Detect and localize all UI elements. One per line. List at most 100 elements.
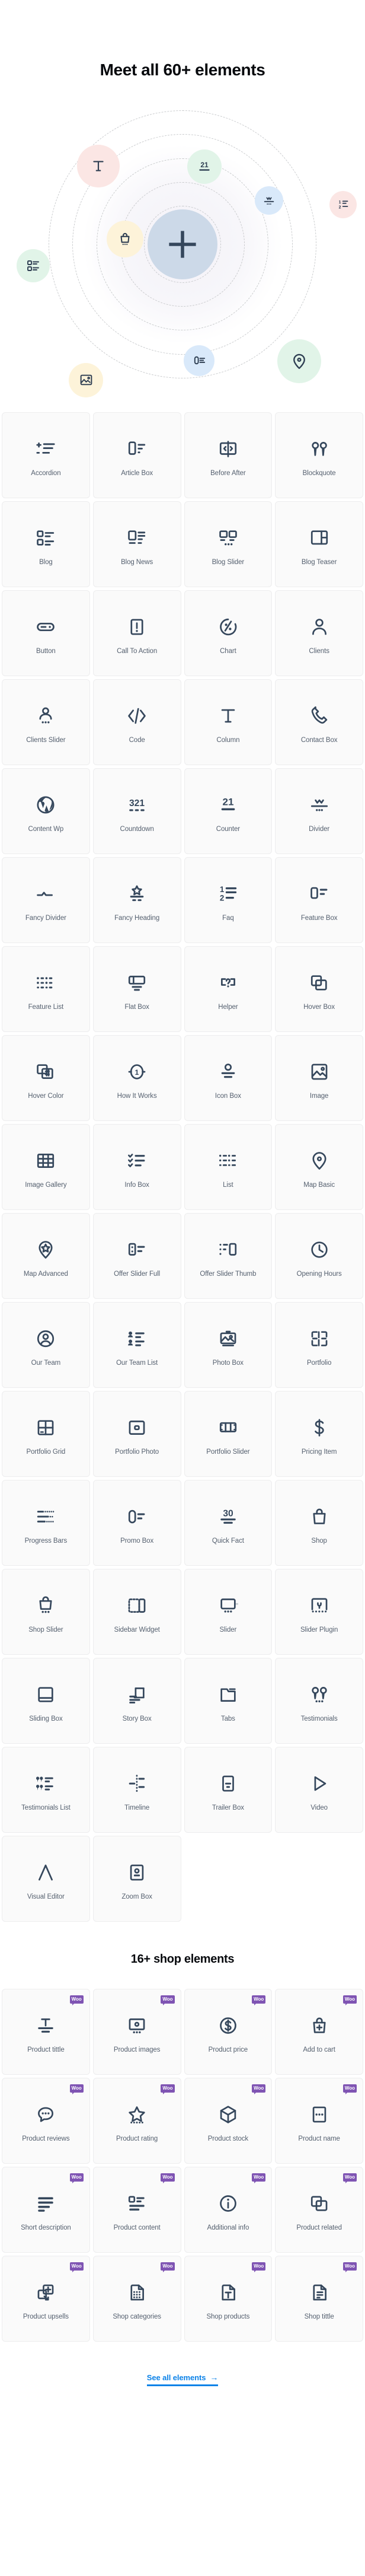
- element-card[interactable]: Shop: [275, 1479, 363, 1566]
- element-card[interactable]: Woo Product stock: [184, 2077, 273, 2164]
- element-card[interactable]: Before After: [184, 412, 273, 498]
- element-card[interactable]: Blog News: [92, 501, 181, 587]
- accordion-icon: [36, 442, 55, 454]
- element-card[interactable]: Contact Box: [275, 679, 363, 765]
- element-card[interactable]: Photo Box: [184, 1301, 273, 1388]
- element-card[interactable]: Progress Bars: [2, 1479, 90, 1566]
- element-card[interactable]: Blockquote: [275, 412, 363, 498]
- element-card[interactable]: Woo Product rating: [92, 2077, 181, 2164]
- element-card[interactable]: Timeline: [92, 1746, 181, 1833]
- element-card[interactable]: Woo Product upsells: [2, 2255, 90, 2342]
- element-card[interactable]: Woo Product price: [184, 1988, 273, 2075]
- element-card[interactable]: Woo Shop tittle: [275, 2255, 363, 2342]
- element-card[interactable]: Content Wp: [2, 768, 90, 854]
- shop-section-title: 16+ shop elements: [130, 1952, 235, 1966]
- element-card[interactable]: 1 2 Faq: [184, 856, 273, 943]
- element-card[interactable]: Woo Product images: [92, 1988, 181, 2075]
- element-card[interactable]: Woo Product reviews: [2, 2077, 90, 2164]
- element-label: Product rating: [116, 2135, 158, 2143]
- element-card[interactable]: Map Advanced: [2, 1212, 90, 1299]
- element-card[interactable]: Tabs: [184, 1657, 273, 1744]
- element-card[interactable]: Image Gallery: [2, 1123, 90, 1210]
- element-card[interactable]: Video: [275, 1746, 363, 1833]
- element-card[interactable]: Pricing Item: [275, 1390, 363, 1477]
- promo-box-icon: [129, 1510, 145, 1524]
- element-card[interactable]: Woo Add to cart: [275, 1988, 363, 2075]
- element-card[interactable]: Woo Product name: [275, 2077, 363, 2164]
- element-card[interactable]: Blog Slider: [184, 501, 273, 587]
- element-card[interactable]: Article Box: [92, 412, 181, 498]
- element-card[interactable]: Offer Slider Full: [92, 1212, 181, 1299]
- element-card[interactable]: Story Box: [92, 1657, 181, 1744]
- element-card[interactable]: Sidebar Widget: [92, 1568, 181, 1655]
- element-card[interactable]: 21 Counter: [184, 768, 273, 854]
- element-card[interactable]: Hover Box: [275, 945, 363, 1032]
- element-card[interactable]: Map Basic: [275, 1123, 363, 1210]
- element-card[interactable]: Offer Slider Thumb: [184, 1212, 273, 1299]
- element-card[interactable]: Clients: [275, 590, 363, 676]
- element-card[interactable]: Fancy Heading: [92, 856, 181, 943]
- element-card[interactable]: Our Team List: [92, 1301, 181, 1388]
- element-card[interactable]: Image: [275, 1034, 363, 1121]
- element-card[interactable]: Woo Shop categories: [92, 2255, 181, 2342]
- hover-color-icon: [37, 1064, 54, 1080]
- see-all-elements-link[interactable]: See all elements →: [146, 2373, 218, 2386]
- element-card[interactable]: Testimonials: [275, 1657, 363, 1744]
- woocommerce-badge: Woo: [161, 2173, 175, 2183]
- element-card[interactable]: Shop Slider: [2, 1568, 90, 1655]
- element-card[interactable]: Slider Plugin: [275, 1568, 363, 1655]
- element-label: Short description: [21, 2224, 71, 2232]
- element-card[interactable]: Zoom Box: [92, 1835, 181, 1922]
- how-it-works-icon: 1: [128, 1064, 146, 1080]
- element-icon: 30: [218, 1499, 238, 1534]
- element-card[interactable]: Helper: [184, 945, 273, 1032]
- element-card[interactable]: Sliding Box: [2, 1657, 90, 1744]
- element-icon: [36, 432, 56, 466]
- element-card[interactable]: Visual Editor: [2, 1835, 90, 1922]
- element-card[interactable]: Button: [2, 590, 90, 676]
- element-card[interactable]: Woo Shop products: [184, 2255, 273, 2342]
- element-card[interactable]: Woo Product tittle: [2, 1988, 90, 2075]
- element-card[interactable]: Our Team: [2, 1301, 90, 1388]
- element-label: Story Box: [122, 1715, 152, 1723]
- element-card[interactable]: Feature Box: [275, 856, 363, 943]
- element-card[interactable]: Accordion: [2, 412, 90, 498]
- element-card[interactable]: Woo Short description: [2, 2166, 90, 2253]
- element-label: Our Team List: [116, 1359, 158, 1367]
- element-card[interactable]: Trailer Box: [184, 1746, 273, 1833]
- element-icon: [309, 1144, 329, 1178]
- element-card[interactable]: Column: [184, 679, 273, 765]
- element-card[interactable]: 1 How It Works: [92, 1034, 181, 1121]
- element-card[interactable]: Chart: [184, 590, 273, 676]
- element-card[interactable]: Testimonials List: [2, 1746, 90, 1833]
- element-card[interactable]: Divider: [275, 768, 363, 854]
- element-card[interactable]: Flat Box: [92, 945, 181, 1032]
- element-card[interactable]: Call To Action: [92, 590, 181, 676]
- element-card[interactable]: Clients Slider: [2, 679, 90, 765]
- element-label: Progress Bars: [24, 1537, 68, 1545]
- element-card[interactable]: Slider: [184, 1568, 273, 1655]
- element-card[interactable]: Info Box: [92, 1123, 181, 1210]
- element-card[interactable]: Woo Product content: [92, 2166, 181, 2253]
- element-card[interactable]: Woo Product related: [275, 2166, 363, 2253]
- element-card[interactable]: Woo Additional info: [184, 2166, 273, 2253]
- element-card[interactable]: Blog Teaser: [275, 501, 363, 587]
- element-card[interactable]: 321 Countdown: [92, 768, 181, 854]
- element-card[interactable]: Blog: [2, 501, 90, 587]
- element-card[interactable]: Opening Hours: [275, 1212, 363, 1299]
- element-card[interactable]: Portfolio Photo: [92, 1390, 181, 1477]
- element-card[interactable]: Portfolio Slider: [184, 1390, 273, 1477]
- element-card[interactable]: Feature List: [2, 945, 90, 1032]
- element-card[interactable]: Promo Box: [92, 1479, 181, 1566]
- element-card[interactable]: Code: [92, 679, 181, 765]
- element-icon: [127, 1766, 147, 1801]
- element-icon: [309, 432, 329, 466]
- element-label: Sidebar Widget: [114, 1626, 160, 1634]
- element-card[interactable]: Fancy Divider: [2, 856, 90, 943]
- element-card[interactable]: Icon Box: [184, 1034, 273, 1121]
- element-card[interactable]: List: [184, 1123, 273, 1210]
- element-card[interactable]: Portfolio: [275, 1301, 363, 1388]
- element-card[interactable]: 30 Quick Fact: [184, 1479, 273, 1566]
- element-card[interactable]: Portfolio Grid: [2, 1390, 90, 1477]
- element-card[interactable]: Hover Color: [2, 1034, 90, 1121]
